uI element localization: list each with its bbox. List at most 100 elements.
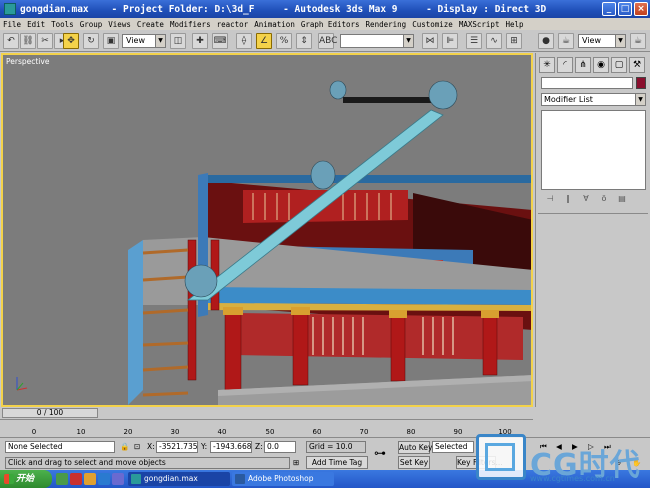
minimize-button[interactable]: _	[602, 2, 616, 16]
quick-render-icon[interactable]: ☕	[630, 33, 646, 49]
y-coordinate-label: Y:	[201, 442, 208, 451]
modifier-stack[interactable]	[541, 110, 646, 190]
remove-modifier-icon[interactable]: ö	[597, 194, 611, 206]
menu-rendering[interactable]: Rendering	[366, 20, 407, 29]
photoshop-icon	[235, 474, 245, 484]
named-selection-set-combo[interactable]: ▼	[340, 34, 414, 48]
task-3dsmax[interactable]: gongdian.max	[128, 472, 230, 486]
viewport-label[interactable]: Perspective	[6, 57, 49, 66]
menu-customize[interactable]: Customize	[412, 20, 453, 29]
x-coordinate-label: X:	[147, 442, 155, 451]
menu-animation[interactable]: Animation	[254, 20, 295, 29]
object-color-swatch[interactable]	[636, 77, 646, 89]
snaps-toggle-icon[interactable]: ⟠	[236, 33, 252, 49]
menu-group[interactable]: Group	[80, 20, 103, 29]
x-coordinate-field[interactable]: -3521.735	[156, 441, 198, 453]
make-unique-icon[interactable]: ∀	[579, 194, 593, 206]
modifier-list-label: Modifier List	[544, 95, 593, 104]
mirror-icon[interactable]: ⋈	[422, 33, 438, 49]
schematic-view-icon[interactable]: ⊞	[506, 33, 522, 49]
menu-graph-editors[interactable]: Graph Editors	[301, 20, 360, 29]
time-tag-icon[interactable]: ⊞	[293, 458, 299, 468]
menu-tools[interactable]: Tools	[51, 20, 74, 29]
quicklaunch-icon[interactable]	[70, 473, 82, 485]
select-scale-icon[interactable]: ▣	[103, 33, 119, 49]
display-tab-icon[interactable]: ▢	[611, 57, 627, 73]
add-time-tag-button[interactable]: Add Time Tag	[306, 456, 368, 469]
quicklaunch-icon[interactable]	[112, 473, 124, 485]
percent-snap-icon[interactable]: %	[276, 33, 292, 49]
close-button[interactable]: ×	[634, 2, 648, 16]
select-link-icon[interactable]: ⛓	[20, 33, 36, 49]
selection-info: None Selected	[5, 441, 115, 453]
material-editor-icon[interactable]: ●	[538, 33, 554, 49]
maximize-button[interactable]: □	[618, 2, 632, 16]
modify-tab-icon[interactable]: ◜	[557, 57, 573, 73]
key-icon[interactable]: ⊶	[374, 447, 386, 459]
render-scene-icon[interactable]: ☕	[558, 33, 574, 49]
time-slider[interactable]: 0 / 100	[2, 408, 98, 418]
watermark-logo	[476, 434, 526, 480]
menu-create[interactable]: Create	[137, 20, 164, 29]
start-label: 开始	[16, 474, 35, 484]
unlink-icon[interactable]: ✂	[37, 33, 53, 49]
chevron-down-icon: ▼	[615, 35, 625, 47]
column	[482, 312, 498, 376]
prompt-line: Click and drag to select and move object…	[5, 457, 290, 469]
time-slider-bar: 0 / 100	[0, 407, 533, 419]
modifier-list-dropdown[interactable]: Modifier List ▼	[541, 93, 646, 106]
y-coordinate-field[interactable]: -1943.668	[210, 441, 252, 453]
spinner-snap-icon[interactable]: ⇕	[296, 33, 312, 49]
grid-size: Grid = 10.0	[306, 441, 366, 453]
auto-key-button[interactable]: Auto Key	[398, 441, 432, 454]
auto-key-selection[interactable]: Selected	[432, 441, 474, 453]
create-tab-icon[interactable]: ✳	[539, 57, 555, 73]
utilities-tab-icon[interactable]: ⚒	[629, 57, 645, 73]
keyboard-shortcut-icon[interactable]: ⌨	[212, 33, 228, 49]
set-key-button[interactable]: Set Key	[398, 456, 430, 469]
tick-label: 90	[453, 428, 463, 436]
tick-label: 40	[217, 428, 227, 436]
task-label: gongdian.max	[144, 474, 198, 483]
track-bar[interactable]: 0 10 20 30 40 50 60 70 80 90 100	[0, 419, 533, 437]
undo-icon[interactable]: ↶	[3, 33, 19, 49]
ridge-ornament	[184, 264, 218, 298]
reference-coordinate-value: View	[126, 36, 145, 45]
reference-coordinate-combo[interactable]: View ▼	[122, 34, 166, 48]
pivot-center-icon[interactable]: ◫	[170, 33, 186, 49]
manipulate-icon[interactable]: ✚	[192, 33, 208, 49]
quicklaunch-icon[interactable]	[98, 473, 110, 485]
curve-editor-icon[interactable]: ∿	[486, 33, 502, 49]
quicklaunch-icon[interactable]	[56, 473, 68, 485]
menu-modifiers[interactable]: Modifiers	[170, 20, 211, 29]
configure-sets-icon[interactable]: ▤	[615, 194, 629, 206]
lock-selection-icon[interactable]: 🔒	[120, 442, 129, 452]
task-photoshop[interactable]: Adobe Photoshop	[232, 472, 334, 486]
show-end-result-icon[interactable]: ‖	[561, 194, 575, 206]
quicklaunch-icon[interactable]	[84, 473, 96, 485]
menu-views[interactable]: Views	[108, 20, 131, 29]
menu-reactor[interactable]: reactor	[217, 20, 249, 29]
angle-snap-icon[interactable]: ∠	[256, 33, 272, 49]
menu-help[interactable]: Help	[505, 20, 523, 29]
select-move-icon[interactable]: ✥	[63, 33, 79, 49]
motion-tab-icon[interactable]: ◉	[593, 57, 609, 73]
layer-manager-icon[interactable]: ☰	[466, 33, 482, 49]
hierarchy-tab-icon[interactable]: ⋔	[575, 57, 591, 73]
absolute-mode-icon[interactable]: ⊡	[134, 442, 140, 452]
column	[390, 312, 406, 382]
ridge-ornament	[310, 160, 336, 190]
select-rotate-icon[interactable]: ↻	[83, 33, 99, 49]
menu-file[interactable]: File	[3, 20, 21, 29]
edit-named-selection-icon[interactable]: ABC	[318, 33, 337, 49]
task-label: Adobe Photoshop	[248, 474, 314, 483]
perspective-viewport[interactable]: Perspective	[1, 53, 533, 407]
menu-maxscript[interactable]: MAXScript	[459, 20, 500, 29]
z-coordinate-field[interactable]: 0.0	[264, 441, 296, 453]
menu-edit[interactable]: Edit	[27, 20, 45, 29]
start-button[interactable]: 开始	[0, 470, 52, 488]
align-icon[interactable]: ⊫	[442, 33, 458, 49]
pin-stack-icon[interactable]: ⊣	[543, 194, 557, 206]
render-type-combo[interactable]: View ▼	[578, 34, 626, 48]
object-name-field[interactable]	[541, 77, 633, 89]
